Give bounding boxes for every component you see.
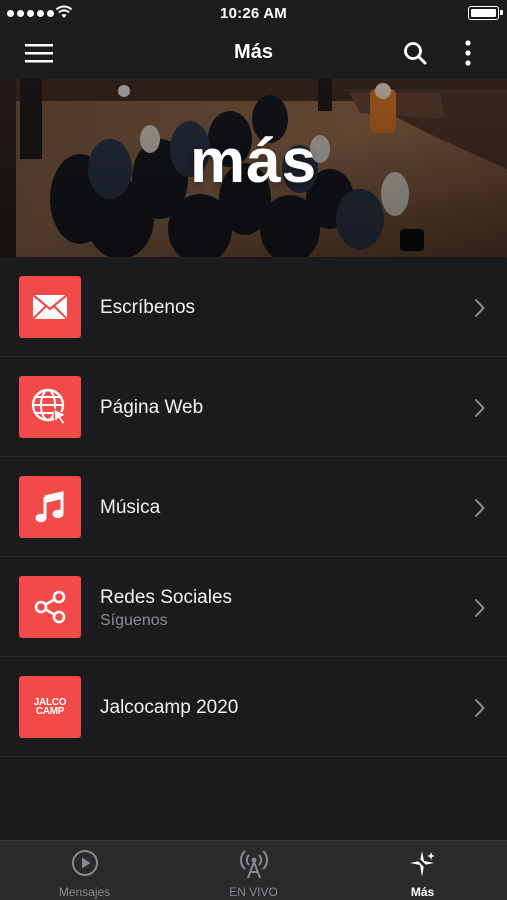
- hero-title: más: [189, 127, 318, 196]
- chevron-right-icon: [474, 698, 485, 718]
- chevron-right-icon: [474, 598, 485, 618]
- menu-item-subtitle: Síguenos: [100, 612, 168, 629]
- play-circle-icon: [71, 850, 98, 876]
- music-note-icon: [19, 476, 81, 538]
- menu-item-jalcocamp[interactable]: JALCO CAMP Jalcocamp 2020: [0, 657, 507, 757]
- status-time: 10:26 AM: [220, 5, 287, 22]
- menu-item-label: Jalcocamp 2020: [100, 697, 239, 718]
- tab-label: Más: [410, 885, 435, 899]
- more-options-button[interactable]: [451, 36, 485, 70]
- nav-bar: Más: [0, 26, 507, 79]
- menu-item-pagina-web[interactable]: Página Web: [0, 357, 507, 457]
- hero-banner: más: [0, 79, 507, 257]
- tab-bar: Mensajes EN VIVO Más: [0, 840, 507, 900]
- tab-mas[interactable]: Más: [338, 841, 507, 900]
- chevron-right-icon: [474, 398, 485, 418]
- tab-en-vivo[interactable]: EN VIVO: [169, 841, 338, 900]
- tab-label: EN VIVO: [229, 885, 278, 899]
- battery-icon: [468, 6, 503, 20]
- menu-item-escribenos[interactable]: Escríbenos: [0, 257, 507, 357]
- menu-item-label: Redes Sociales: [100, 587, 233, 608]
- jalcocamp-logo-icon: JALCO CAMP: [19, 676, 81, 738]
- search-button[interactable]: [398, 36, 432, 70]
- menu-item-label: Página Web: [100, 397, 204, 418]
- chevron-right-icon: [474, 498, 485, 518]
- search-icon: [404, 42, 427, 65]
- menu-list: Escríbenos Página Web Música Redes Socia…: [0, 257, 507, 757]
- menu-item-label: Escríbenos: [100, 297, 196, 318]
- chevron-right-icon: [474, 298, 485, 318]
- menu-item-redes-sociales[interactable]: Redes Sociales Síguenos: [0, 557, 507, 657]
- menu-item-label: Música: [100, 497, 161, 518]
- share-icon: [19, 576, 81, 638]
- envelope-icon: [19, 276, 81, 338]
- tab-label: Mensajes: [58, 885, 111, 899]
- status-bar: 10:26 AM: [0, 0, 507, 26]
- tab-mensajes[interactable]: Mensajes: [0, 841, 169, 900]
- more-vertical-icon: [465, 40, 471, 66]
- broadcast-icon: [239, 850, 268, 879]
- sparkle-icon: [409, 851, 435, 877]
- menu-item-musica[interactable]: Música: [0, 457, 507, 557]
- globe-cursor-icon: [19, 376, 81, 438]
